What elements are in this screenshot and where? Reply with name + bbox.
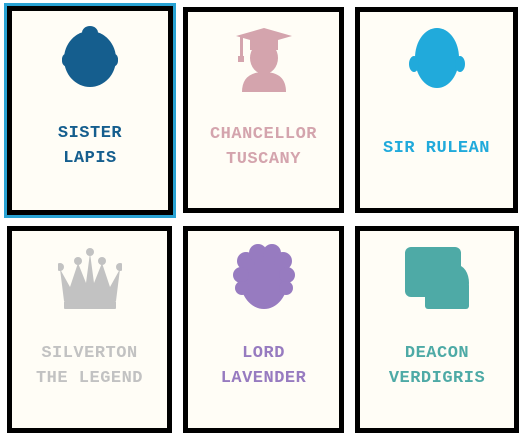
crown-icon bbox=[57, 243, 122, 311]
name-line-2: LAVENDER bbox=[220, 369, 307, 388]
card-name: SIR RULEAN bbox=[360, 136, 513, 161]
name-line-2: THE LEGEND bbox=[35, 369, 144, 388]
card-name: SILVERTON THE LEGEND bbox=[12, 341, 167, 391]
character-board: SISTER LAPIS CHANCELLOR TUSCANY SIR RULE… bbox=[0, 0, 527, 438]
knight-head-icon bbox=[405, 24, 469, 92]
card-sir-rulean[interactable]: SIR RULEAN bbox=[355, 7, 518, 213]
name-line-2: VERDIGRIS bbox=[388, 369, 486, 388]
name-line-1: DEACON bbox=[404, 344, 470, 363]
card-lord-lavender[interactable]: LORD LAVENDER bbox=[183, 226, 344, 433]
card-deacon-verdigris[interactable]: DEACON VERDIGRIS bbox=[355, 226, 519, 433]
card-name: LORD LAVENDER bbox=[188, 341, 339, 391]
name-line-1: LORD bbox=[242, 344, 285, 363]
name-line-1: SISTER bbox=[57, 124, 123, 143]
card-name: SISTER LAPIS bbox=[12, 121, 168, 171]
curly-wig-icon bbox=[232, 243, 296, 311]
card-name: DEACON VERDIGRIS bbox=[360, 341, 514, 391]
name-line-2: TUSCANY bbox=[226, 150, 301, 169]
card-sister-lapis[interactable]: SISTER LAPIS bbox=[4, 3, 176, 218]
nun-head-icon bbox=[58, 23, 122, 91]
card-chancellor-tuscany[interactable]: CHANCELLOR TUSCANY bbox=[183, 7, 344, 213]
graduate-cap-icon bbox=[232, 24, 296, 92]
name-line-1: SILVERTON bbox=[41, 344, 138, 363]
name-line-1: SIR RULEAN bbox=[382, 139, 491, 158]
card-silverton-the-legend[interactable]: SILVERTON THE LEGEND bbox=[7, 226, 172, 433]
card-name: CHANCELLOR TUSCANY bbox=[188, 122, 339, 172]
name-line-2: LAPIS bbox=[63, 149, 117, 168]
blocky-head-icon bbox=[405, 243, 469, 311]
name-line-1: CHANCELLOR bbox=[209, 125, 318, 144]
